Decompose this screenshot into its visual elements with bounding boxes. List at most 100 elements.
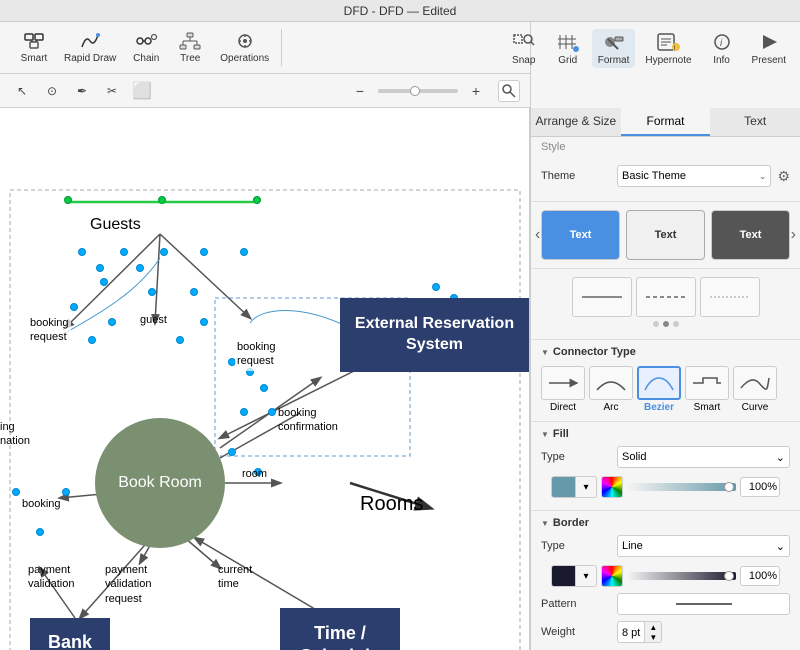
theme-select-arrow: ⌄ [759,171,767,182]
dot-1 [653,321,659,327]
selection-handle[interactable] [78,248,86,256]
selection-handle[interactable] [64,196,72,204]
line-preview-solid[interactable] [572,277,632,317]
border-weight-up[interactable]: ▲ [645,622,661,632]
border-color-wheel[interactable] [601,565,623,587]
selection-handle[interactable] [240,408,248,416]
book-room-node[interactable]: Book Room [95,418,225,548]
selection-handle[interactable] [158,196,166,204]
selection-handle[interactable] [100,278,108,286]
guests-node[interactable]: Guests [90,216,141,234]
snap-button[interactable]: Snap [504,29,544,68]
fill-opacity-slider[interactable] [627,483,736,491]
selection-handle[interactable] [120,248,128,256]
fill-opacity-value[interactable]: 100% [740,477,780,497]
selection-handle[interactable] [62,488,70,496]
pointer-tool[interactable]: ↖ [8,78,36,104]
selection-handle[interactable] [253,196,261,204]
connector-bezier[interactable]: Bezier [637,366,681,413]
connector-type-header[interactable]: ▼ Connector Type [531,340,800,362]
fill-opacity-thumb[interactable] [724,482,734,492]
theme-next-button[interactable]: › [791,226,796,244]
selection-handle[interactable] [240,248,248,256]
rapid-draw-button[interactable]: Rapid Draw [58,29,122,66]
selection-handle[interactable] [200,318,208,326]
format-button[interactable]: Format [592,29,636,68]
canvas[interactable]: Guests Book Room External Reservation Sy… [0,108,530,650]
grid-button[interactable]: Grid [548,29,588,68]
zoom-search-button[interactable] [498,80,520,102]
border-opacity-slider[interactable] [627,572,736,580]
tab-format[interactable]: Format [621,108,711,136]
selection-handle[interactable] [176,336,184,344]
present-button[interactable]: Present [746,29,792,68]
main-content: Guests Book Room External Reservation Sy… [0,108,800,650]
selection-handle[interactable] [88,336,96,344]
selection-handle[interactable] [260,384,268,392]
smart-button[interactable]: Smart [14,29,54,66]
tab-text[interactable]: Text [710,108,800,136]
theme-prev-button[interactable]: ‹ [535,226,540,244]
zoom-in-button[interactable]: + [462,78,490,104]
selection-handle[interactable] [70,303,78,311]
selection-handle[interactable] [190,288,198,296]
theme-preview-blue[interactable]: Text [541,210,620,260]
connector-arc[interactable]: Arc [589,366,633,413]
theme-preview-light[interactable]: Text [626,210,705,260]
zoom-out-button[interactable]: − [346,78,374,104]
theme-select[interactable]: Basic Theme ⌄ [617,165,771,187]
zoom-thumb[interactable] [410,86,420,96]
ext-reservation-node[interactable]: External Reservation System [340,298,529,372]
pen-tool[interactable]: ✒ [68,78,96,104]
border-weight-input[interactable]: 8 pt ▲ ▼ [617,621,662,643]
line-preview-dotted[interactable] [700,277,760,317]
selection-handle[interactable] [228,448,236,456]
tab-arrange[interactable]: Arrange & Size [531,108,621,136]
fill-color-wheel[interactable] [601,476,623,498]
line-preview-dashed[interactable] [636,277,696,317]
theme-preview-dark[interactable]: Text [711,210,790,260]
selection-handle[interactable] [136,264,144,272]
lasso-tool[interactable]: ⊙ [38,78,66,104]
bank-node[interactable]: Bank [30,618,110,650]
info-button[interactable]: i Info [702,29,742,68]
border-opacity-thumb[interactable] [724,571,734,581]
fill-type-select[interactable]: Solid ⌄ [617,446,790,468]
scissors-tool[interactable]: ✂ [98,78,126,104]
border-weight-down[interactable]: ▼ [645,632,661,642]
selection-handle[interactable] [432,283,440,291]
chain-button[interactable]: Chain [126,29,166,66]
connector-smart[interactable]: Smart [685,366,729,413]
selection-handle[interactable] [96,264,104,272]
time-schedule-node[interactable]: Time /Schedule [280,608,400,650]
hypernote-button[interactable]: ! Hypernote [639,29,697,68]
selection-handle[interactable] [268,408,276,416]
selection-handle[interactable] [200,248,208,256]
operations-button[interactable]: Operations [214,29,275,66]
border-type-select[interactable]: Line ⌄ [617,535,790,557]
selection-handle[interactable] [36,528,44,536]
fill-header[interactable]: ▼ Fill [531,422,800,444]
connector-direct[interactable]: Direct [541,366,585,413]
connector-curve[interactable]: Curve [733,366,777,413]
selection-handle[interactable] [160,248,168,256]
fill-color-swatch[interactable] [552,477,576,497]
fill-color-swatch-group[interactable]: ▾ [551,476,597,498]
fill-type-row: Type Solid ⌄ [541,446,790,468]
theme-gear-icon[interactable]: ⚙ [777,168,790,185]
stamp-tool[interactable]: ⬜ [128,78,156,104]
fill-color-arrow[interactable]: ▾ [576,477,596,497]
border-opacity-value[interactable]: 100% [740,566,780,586]
border-type-row: Type Line ⌄ [541,535,790,557]
tree-button[interactable]: Tree [170,29,210,66]
border-color-swatch[interactable] [552,566,576,586]
border-header[interactable]: ▼ Border [531,511,800,533]
border-color-arrow[interactable]: ▾ [576,566,596,586]
selection-handle[interactable] [12,488,20,496]
selection-handle[interactable] [148,288,156,296]
rooms-node[interactable]: Rooms [360,493,423,516]
border-pattern-select[interactable] [617,593,790,615]
border-color-swatch-group[interactable]: ▾ [551,565,597,587]
selection-handle[interactable] [108,318,116,326]
zoom-slider[interactable] [378,89,458,93]
